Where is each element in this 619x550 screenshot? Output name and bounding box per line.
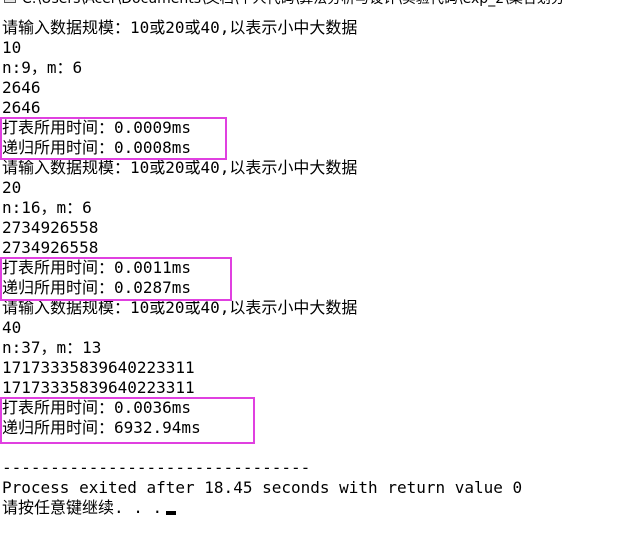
console-line: 17173335839640223311 [2, 358, 195, 377]
console-line: 2646 [2, 78, 41, 97]
console-line: 20 [2, 178, 22, 197]
console-line: 2734926558 [2, 238, 99, 257]
console-line: n:9，m：6 [2, 58, 83, 77]
console-line: n:37，m：13 [2, 338, 102, 357]
timing-highlight-box-medium [0, 257, 232, 301]
console-line: 2646 [2, 98, 41, 117]
console-window: C:\Users\Acer\Documents\文档\个人代码\算法分析与设计\… [0, 0, 619, 550]
console-line: n:16，m：6 [2, 198, 92, 217]
console-app-icon [4, 0, 16, 3]
console-line: 请输入数据规模：10或20或40,以表示小中大数据 [2, 158, 358, 177]
window-title: C:\Users\Acer\Documents\文档\个人代码\算法分析与设计\… [22, 0, 565, 8]
console-line: 17173335839640223311 [2, 378, 195, 397]
console-line: 2734926558 [2, 218, 99, 237]
title-bar: C:\Users\Acer\Documents\文档\个人代码\算法分析与设计\… [0, 0, 619, 8]
console-prompt-text: 请按任意键继续. . . [2, 498, 163, 517]
console-separator: -------------------------------- [2, 458, 311, 477]
console-line: Process exited after 18.45 seconds with … [2, 478, 523, 497]
console-line: 40 [2, 318, 22, 337]
timing-highlight-box-small [0, 117, 227, 160]
console-prompt-line: 请按任意键继续. . . [2, 498, 177, 518]
console-line: 请输入数据规模：10或20或40,以表示小中大数据 [2, 298, 358, 317]
console-line: 请输入数据规模：10或20或40,以表示小中大数据 [2, 18, 358, 37]
timing-highlight-box-large [0, 397, 255, 444]
text-cursor [166, 511, 177, 515]
console-line: 10 [2, 38, 22, 57]
